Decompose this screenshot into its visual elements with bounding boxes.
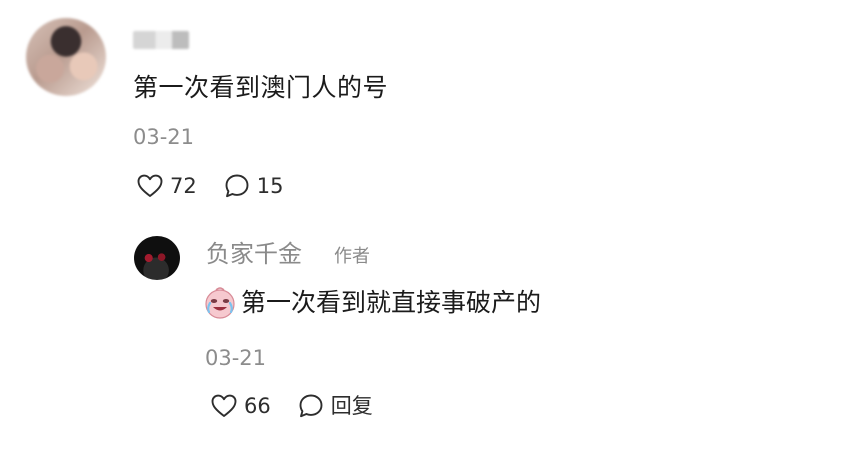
heart-icon (211, 394, 237, 417)
username-redacted[interactable] (133, 31, 189, 49)
speech-bubble-icon (299, 394, 323, 418)
speech-bubble-icon (225, 174, 249, 198)
reply-actions: 66 回复 (210, 391, 373, 421)
reply-avatar[interactable] (134, 236, 180, 280)
reply-username[interactable]: 负家千金 (206, 239, 302, 269)
reply-count: 15 (256, 174, 284, 198)
like-count: 72 (170, 174, 197, 198)
reply-text-row: 第一次看到就直接事破产的 (203, 286, 541, 320)
reply-like-button[interactable]: 66 (210, 392, 271, 420)
reply-date: 03-21 (205, 346, 267, 370)
author-badge: 作者 (334, 246, 370, 267)
reply-button[interactable]: 回复 (297, 392, 373, 420)
cry-laugh-face-emoji (205, 287, 235, 319)
comment-text: 第一次看到澳门人的号 (133, 73, 389, 102)
comment-actions: 72 15 (136, 171, 283, 201)
reply-count-button[interactable]: 15 (223, 172, 284, 200)
comment-date: 03-21 (133, 125, 195, 149)
like-button[interactable]: 72 (136, 172, 197, 200)
reply-text: 第一次看到就直接事破产的 (241, 288, 542, 317)
reply-like-count: 66 (244, 394, 271, 418)
heart-icon (137, 174, 163, 197)
avatar[interactable] (26, 18, 106, 96)
reply-label: 回复 (330, 394, 373, 418)
